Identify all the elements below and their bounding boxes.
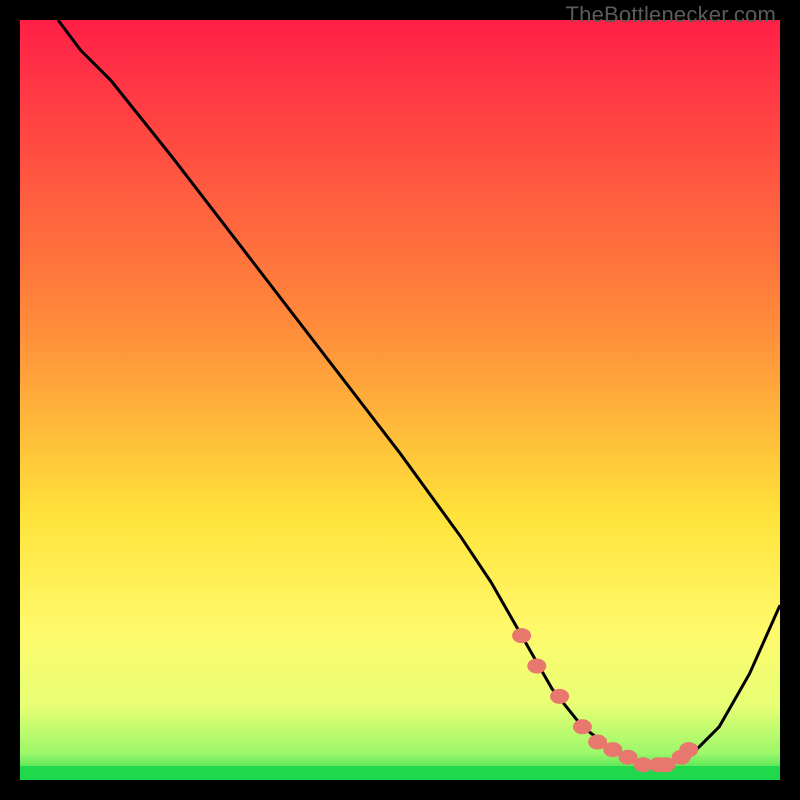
chart-svg <box>20 20 780 780</box>
marker-point <box>573 720 591 734</box>
marker-point <box>551 689 569 703</box>
marker-point <box>680 743 698 757</box>
marker-point <box>604 743 622 757</box>
marker-point <box>589 735 607 749</box>
gradient-background <box>20 20 780 780</box>
marker-point <box>528 659 546 673</box>
chart-frame <box>20 20 780 780</box>
marker-point <box>619 750 637 764</box>
watermark-text: TheBottlenecker.com <box>566 2 776 28</box>
marker-point <box>513 629 531 643</box>
marker-point <box>657 758 675 772</box>
